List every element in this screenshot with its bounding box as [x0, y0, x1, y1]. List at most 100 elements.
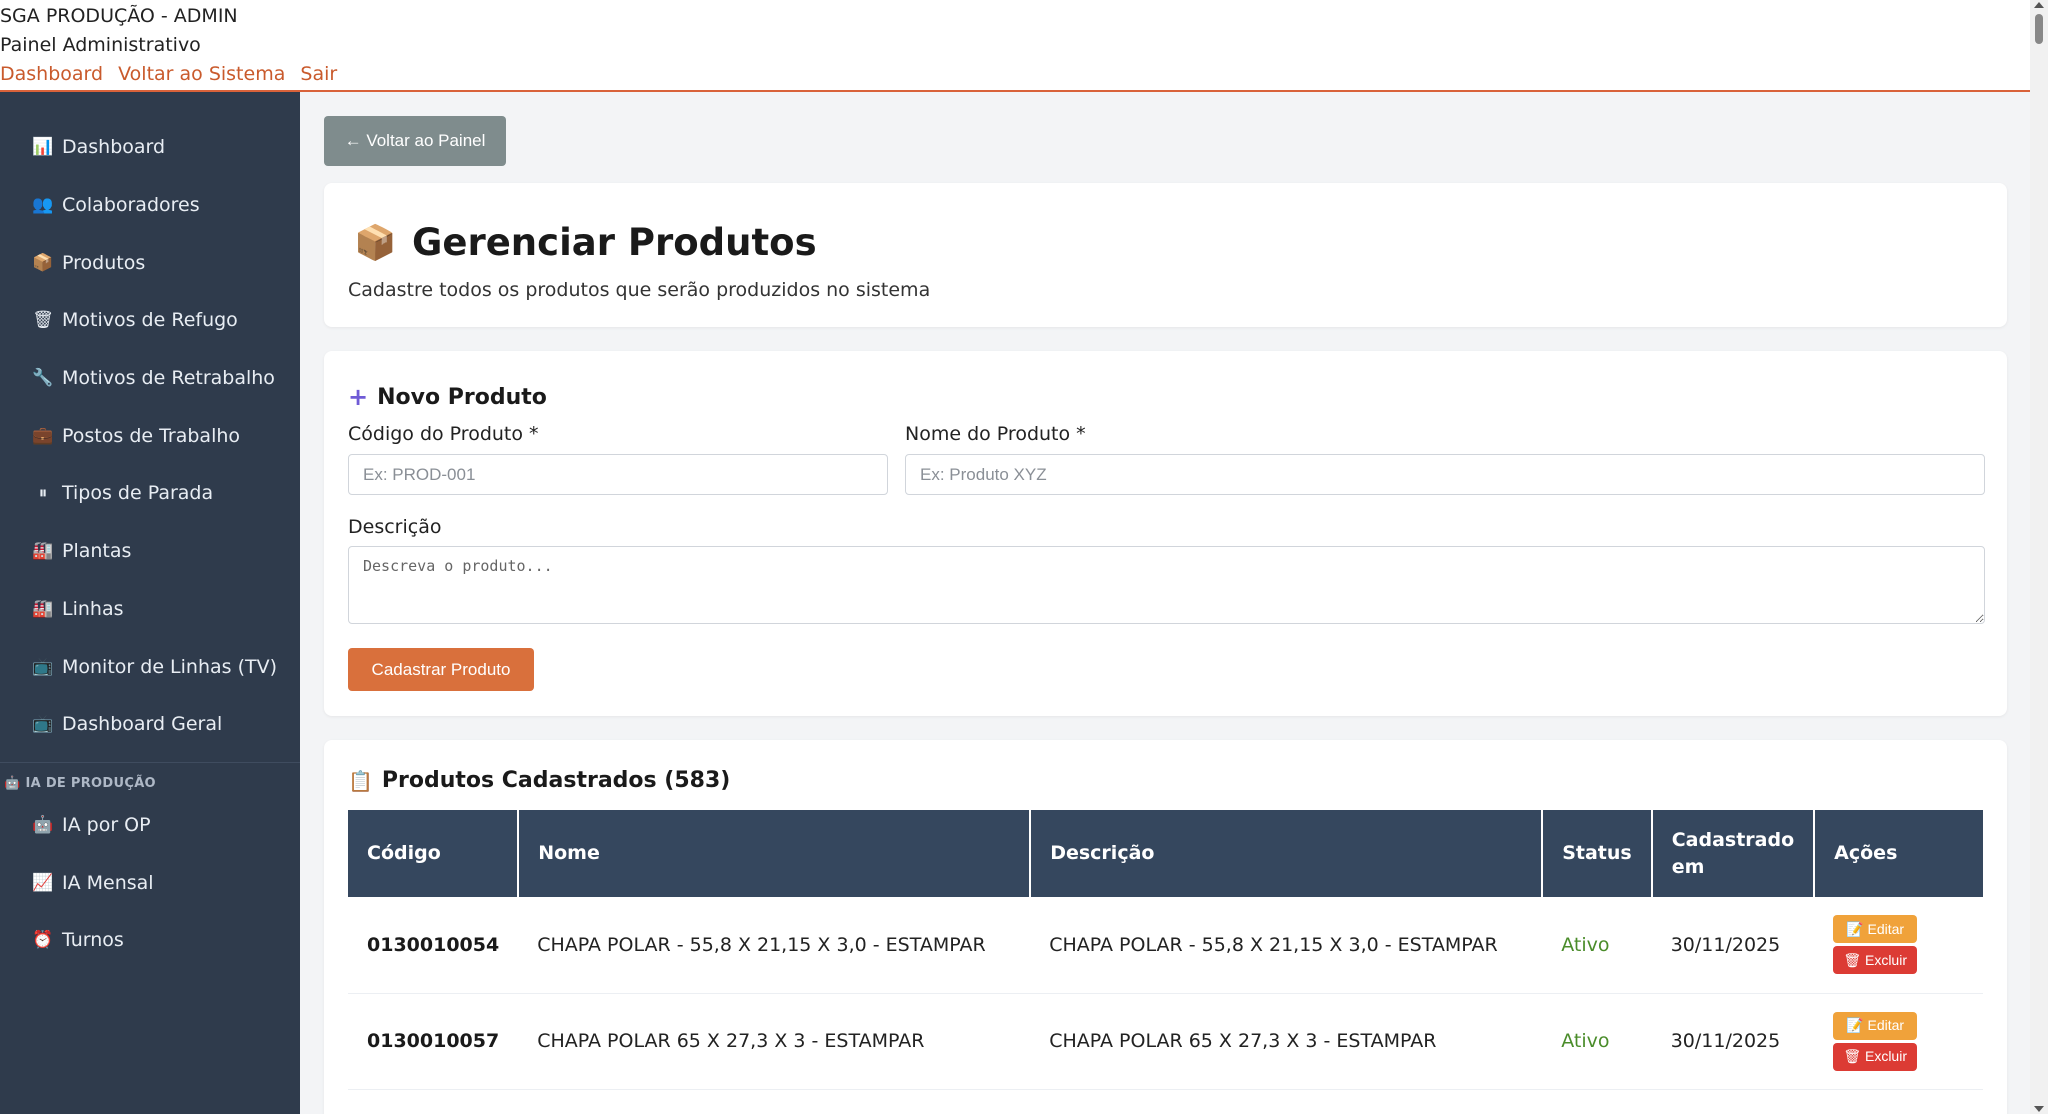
cell-status: Ativo [1542, 897, 1652, 994]
clipboard-icon: 📋 [348, 768, 373, 793]
sidebar-item-label: Plantas [62, 540, 132, 562]
description-label: Descrição [348, 516, 442, 538]
sidebar-item-ia-mensal[interactable]: 📈 IA Mensal [0, 858, 300, 908]
trend-chart-icon: 📈 [32, 873, 54, 893]
products-list-card: 📋 Produtos Cadastrados (583) Código Nome … [324, 740, 2007, 1114]
sidebar-item-plantas[interactable]: 🏭 Plantas [0, 526, 300, 576]
sidebar-item-tipos-parada[interactable]: ⏸ Tipos de Parada [0, 468, 300, 518]
product-code-input[interactable] [348, 454, 888, 495]
sidebar-section-label: IA DE PRODUÇÃO [25, 776, 156, 791]
cell-description: CHAPA POLAR - 55,8 X 21,15 X 3,0 - ESTAM… [1030, 897, 1543, 994]
app-title: SGA PRODUÇÃO - ADMIN [0, 5, 238, 27]
page-title: Gerenciar Produtos [412, 221, 817, 264]
sidebar-item-label: Tipos de Parada [62, 482, 214, 504]
sidebar-item-label: Dashboard Geral [62, 713, 223, 735]
sidebar-item-label: Produtos [62, 252, 146, 274]
sidebar-item-label: IA por OP [62, 814, 151, 836]
briefcase-icon: 💼 [32, 426, 54, 446]
cell-status: Ativo [1542, 993, 1652, 1090]
column-header-code[interactable]: Código [348, 810, 520, 897]
factory-icon: 🏭 [32, 599, 54, 619]
delete-button[interactable]: 🗑 Excluir [1833, 946, 1918, 975]
sidebar-item-produtos[interactable]: 📦 Produtos [0, 238, 300, 288]
sidebar-item-label: Colaboradores [62, 194, 200, 216]
app-subtitle: Painel Administrativo [0, 34, 201, 56]
sidebar-item-dashboard[interactable]: 📊 Dashboard [0, 122, 300, 172]
sidebar-item-postos-trabalho[interactable]: 💼 Postos de Trabalho [0, 411, 300, 461]
column-header-name[interactable]: Nome [518, 810, 1032, 897]
scroll-up-arrow-icon[interactable] [2034, 2, 2044, 8]
sidebar-item-ia-por-op[interactable]: 🤖 IA por OP [0, 800, 300, 850]
page-subtitle: Cadastre todos os produtos que serão pro… [348, 279, 931, 301]
sidebar-item-linhas[interactable]: 🏭 Linhas [0, 584, 300, 634]
table-header-row: Código Nome Descrição Status Cadastrado … [348, 810, 1983, 897]
robot-icon: 🤖 [4, 776, 21, 791]
main-content: ← Voltar ao Painel 📦 Gerenciar Produtos … [300, 92, 2030, 1114]
register-product-button[interactable]: Cadastrar Produto [348, 648, 534, 691]
sidebar-item-label: Motivos de Retrabalho [62, 367, 275, 389]
alarm-clock-icon: ⏰ [32, 930, 54, 950]
wrench-icon: 🔧 [32, 368, 54, 388]
column-header-status[interactable]: Status [1542, 810, 1653, 897]
sidebar-item-label: Linhas [62, 598, 124, 620]
sidebar-item-turnos[interactable]: ⏰ Turnos [0, 915, 300, 965]
header-link-logout[interactable]: Sair [300, 63, 337, 85]
package-icon: 📦 [354, 223, 397, 263]
cell-name: CHAPA POLAR 65 X 27,3 X 3 - ESTAMPAR [518, 993, 1031, 1090]
column-header-description[interactable]: Descrição [1030, 810, 1544, 897]
top-header: SGA PRODUÇÃO - ADMIN Painel Administrati… [0, 0, 2030, 92]
header-link-dashboard[interactable]: Dashboard [0, 63, 103, 85]
cell-actions: 📝 Editar 🗑 Excluir [1814, 993, 1983, 1090]
sidebar-item-label: Motivos de Refugo [62, 309, 238, 331]
tv-icon: 📺 [32, 714, 54, 734]
table-row: 0130010057 CHAPA POLAR 65 X 27,3 X 3 - E… [348, 993, 1983, 1090]
table-row: 0130010054 CHAPA POLAR - 55,8 X 21,15 X … [348, 897, 1983, 994]
cell-created: 30/11/2025 [1651, 897, 1815, 994]
name-label: Nome do Produto * [905, 423, 1086, 445]
cell-description: CHAPA POLAR 65 X 27,3 X 3 - ESTAMPAR [1030, 993, 1543, 1090]
sidebar-item-label: Dashboard [62, 136, 166, 158]
list-title: 📋 Produtos Cadastrados (583) [348, 768, 730, 793]
page-scrollbar[interactable] [2030, 0, 2048, 1114]
sidebar-item-colaboradores[interactable]: 👥 Colaboradores [0, 180, 300, 230]
products-table: Código Nome Descrição Status Cadastrado … [348, 810, 1983, 1090]
new-product-form-card: + Novo Produto Código do Produto * Nome d… [324, 351, 2007, 716]
sidebar-item-monitor-linhas[interactable]: 📺 Monitor de Linhas (TV) [0, 642, 300, 692]
cell-code: 0130010054 [348, 897, 519, 994]
sidebar-item-label: Turnos [62, 929, 124, 951]
header-links: Dashboard Voltar ao Sistema Sair [0, 63, 346, 85]
sidebar-item-motivos-refugo[interactable]: 🗑 Motivos de Refugo [0, 295, 300, 345]
bar-chart-icon: 📊 [32, 137, 54, 157]
column-header-actions: Ações [1814, 810, 1983, 897]
sidebar-divider [0, 762, 300, 763]
sidebar-item-label: IA Mensal [62, 872, 154, 894]
cell-actions: 📝 Editar 🗑 Excluir [1814, 897, 1983, 994]
page-header-card: 📦 Gerenciar Produtos Cadastre todos os p… [324, 183, 2007, 327]
column-header-created[interactable]: Cadastrado em [1651, 810, 1816, 897]
users-icon: 👥 [32, 195, 54, 215]
list-title-label: Produtos Cadastrados (583) [381, 768, 731, 793]
pause-icon: ⏸ [38, 483, 48, 503]
trash-icon: 🗑 [32, 310, 54, 330]
delete-button[interactable]: 🗑 Excluir [1833, 1042, 1918, 1071]
sidebar-item-dashboard-geral[interactable]: 📺 Dashboard Geral [0, 699, 300, 749]
code-label: Código do Produto * [348, 423, 539, 445]
cell-name: CHAPA POLAR - 55,8 X 21,15 X 3,0 - ESTAM… [518, 897, 1031, 994]
scrollbar-thumb[interactable] [2035, 14, 2043, 44]
product-description-textarea[interactable] [348, 546, 1985, 624]
scroll-down-arrow-icon[interactable] [2034, 1106, 2044, 1112]
plus-icon: + [348, 383, 369, 411]
sidebar-item-label: Monitor de Linhas (TV) [62, 656, 278, 678]
edit-button[interactable]: 📝 Editar [1833, 915, 1918, 944]
sidebar-item-motivos-retrabalho[interactable]: 🔧 Motivos de Retrabalho [0, 353, 300, 403]
sidebar: 📊 Dashboard 👥 Colaboradores 📦 Produtos 🗑 Mot… [0, 92, 300, 1114]
back-to-panel-button[interactable]: ← Voltar ao Painel [324, 116, 506, 166]
header-link-back-to-system[interactable]: Voltar ao Sistema [118, 63, 285, 85]
form-title-label: Novo Produto [377, 384, 547, 410]
tv-icon: 📺 [32, 657, 54, 677]
product-name-input[interactable] [905, 454, 1985, 495]
form-title: + Novo Produto [348, 383, 547, 411]
edit-button[interactable]: 📝 Editar [1833, 1011, 1918, 1040]
robot-icon: 🤖 [32, 815, 54, 835]
factory-icon: 🏭 [32, 541, 54, 561]
